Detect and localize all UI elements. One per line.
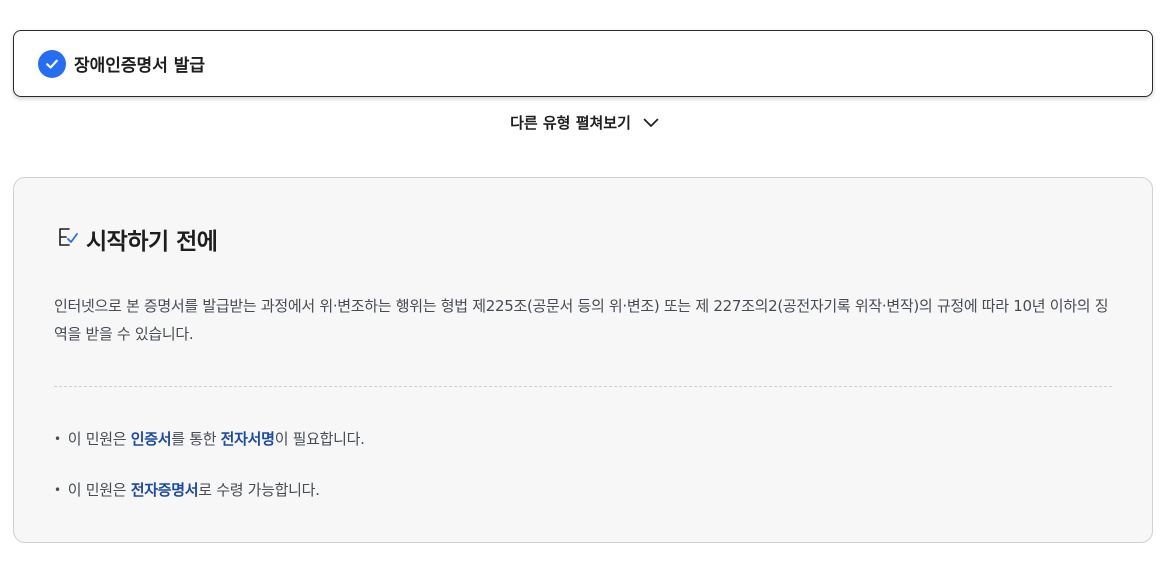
emphasis-e-certificate: 전자증명서 [130, 481, 199, 499]
emphasis-e-signature: 전자서명 [220, 430, 275, 448]
panel-title: 시작하기 전에 [86, 229, 218, 255]
selected-service-label: 장애인증명서 발급 [74, 56, 206, 76]
requirement-item-signature: • 이 민원은 인증서 를 통한 전자서명 이 필요합니다. [54, 428, 365, 449]
check-circle-icon [38, 49, 66, 78]
show-other-types-label: 다른 유형 펼쳐보기 [510, 114, 631, 132]
requirement-item-e-certificate: • 이 민원은 전자증명서 로 수령 가능합니다. [54, 479, 320, 500]
bullet: • [54, 482, 61, 497]
bullet: • [54, 431, 61, 446]
requirement-text: 를 통한 [171, 430, 221, 448]
before-you-start-panel: 시작하기 전에 인터넷으로 본 증명서를 발급받는 과정에서 위·변조하는 행위… [13, 177, 1153, 543]
checklist-icon [56, 225, 80, 253]
panel-heading: 시작하기 전에 [56, 222, 218, 256]
requirement-text: 로 수령 가능합니다. [198, 481, 320, 499]
selected-service-card[interactable]: 장애인증명서 발급 [13, 30, 1153, 97]
requirement-text: 이 민원은 [67, 481, 131, 499]
emphasis-certificate: 인증서 [130, 430, 172, 448]
requirement-text: 이 필요합니다. [274, 430, 365, 448]
show-other-types-button[interactable]: 다른 유형 펼쳐보기 [0, 112, 1169, 133]
forgery-warning-text: 인터넷으로 본 증명서를 발급받는 과정에서 위·변조하는 행위는 형법 제22… [54, 297, 1109, 343]
chevron-down-icon [643, 113, 659, 132]
dashed-divider [54, 386, 1112, 387]
requirement-text: 이 민원은 [67, 430, 131, 448]
